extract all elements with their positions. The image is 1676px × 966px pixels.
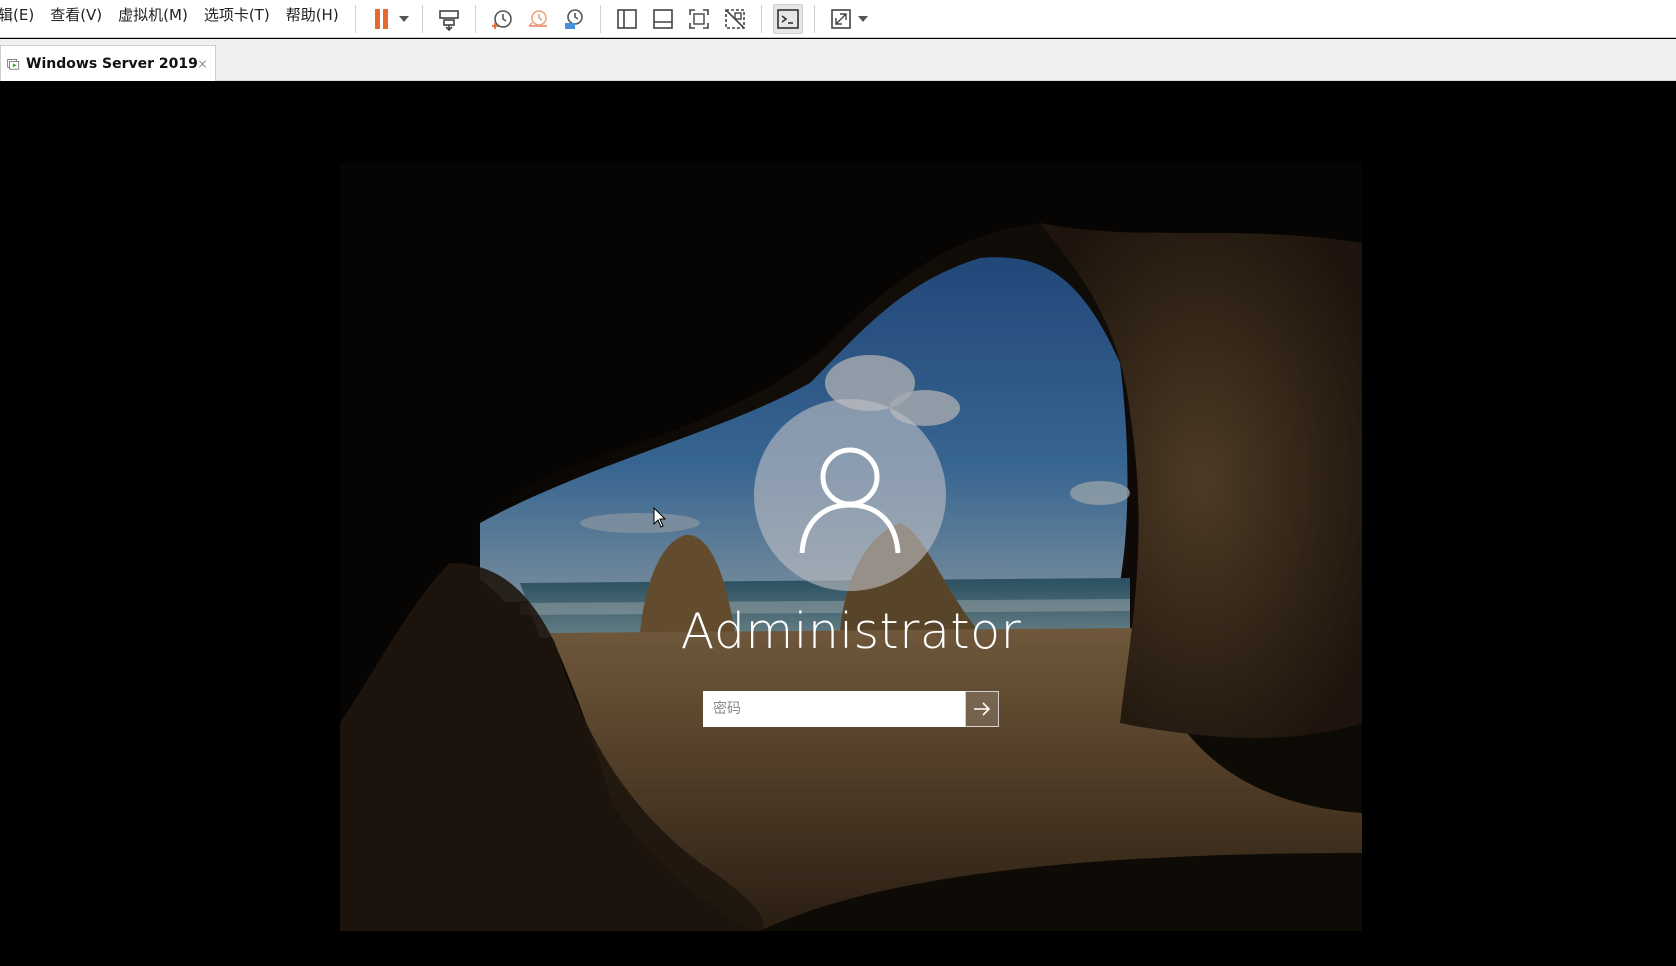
send-keys-icon bbox=[438, 9, 459, 31]
menu-help[interactable]: 帮助(H) bbox=[278, 0, 347, 38]
console-icon bbox=[776, 8, 799, 29]
toolbar-separator bbox=[474, 4, 476, 33]
snapshot-manager-icon bbox=[564, 8, 583, 29]
revert-snapshot-button[interactable] bbox=[523, 4, 553, 34]
toolbar-separator bbox=[599, 4, 601, 33]
chevron-down-icon bbox=[857, 15, 868, 22]
menu-edit[interactable]: 辑(E) bbox=[0, 0, 42, 38]
thumbnail-bar-button[interactable] bbox=[648, 4, 678, 34]
stretch-icon bbox=[830, 8, 851, 29]
snapshot-manager-button[interactable] bbox=[559, 4, 589, 34]
mouse-cursor-icon bbox=[653, 507, 667, 528]
user-avatar bbox=[754, 399, 946, 591]
menu-tabs[interactable]: 选项卡(T) bbox=[196, 0, 278, 38]
revert-snapshot-icon bbox=[528, 9, 547, 27]
unity-icon bbox=[724, 8, 745, 29]
username-label: Administrator bbox=[680, 603, 1022, 660]
sidebar-icon bbox=[616, 8, 637, 29]
unity-button[interactable] bbox=[720, 4, 750, 34]
pause-icon bbox=[374, 8, 388, 29]
show-library-button[interactable] bbox=[612, 4, 642, 34]
menu-view[interactable]: 查看(V) bbox=[42, 0, 110, 38]
password-form bbox=[703, 691, 999, 727]
stretch-dropdown-button[interactable] bbox=[857, 4, 869, 34]
vm-running-icon bbox=[7, 58, 20, 70]
toolbar-separator bbox=[354, 4, 356, 33]
chevron-down-icon bbox=[398, 15, 409, 22]
toolbar-separator bbox=[421, 4, 423, 33]
user-avatar-icon bbox=[799, 447, 901, 554]
menu-vm[interactable]: 虚拟机(M) bbox=[110, 0, 196, 38]
windows-login-screen: Administrator bbox=[340, 163, 1362, 931]
console-view-button[interactable] bbox=[772, 3, 803, 34]
stretch-guest-button[interactable] bbox=[826, 4, 856, 34]
thumbnail-bar-icon bbox=[652, 8, 673, 29]
send-ctrl-alt-del-button[interactable] bbox=[434, 4, 464, 34]
vm-console[interactable]: Administrator bbox=[0, 81, 1676, 966]
toolbar-separator bbox=[760, 4, 762, 33]
toolbar-separator bbox=[813, 4, 815, 33]
submit-button[interactable] bbox=[965, 691, 999, 727]
tab-windows-server-2019[interactable]: Windows Server 2019 bbox=[0, 45, 216, 81]
fullscreen-icon bbox=[688, 8, 709, 29]
submit-arrow-icon bbox=[974, 702, 991, 716]
menubar: 辑(E) 查看(V) 虚拟机(M) 选项卡(T) 帮助(H) bbox=[0, 0, 1676, 38]
tab-label: Windows Server 2019 bbox=[26, 55, 198, 72]
take-snapshot-button[interactable] bbox=[487, 4, 517, 34]
password-input[interactable] bbox=[703, 691, 965, 727]
fullscreen-button[interactable] bbox=[684, 4, 714, 34]
snapshot-icon bbox=[491, 9, 512, 29]
vm-tab-strip: Windows Server 2019 bbox=[0, 39, 1676, 81]
pause-button[interactable] bbox=[367, 4, 397, 34]
close-icon[interactable] bbox=[198, 57, 207, 71]
pause-dropdown-button[interactable] bbox=[398, 4, 410, 34]
